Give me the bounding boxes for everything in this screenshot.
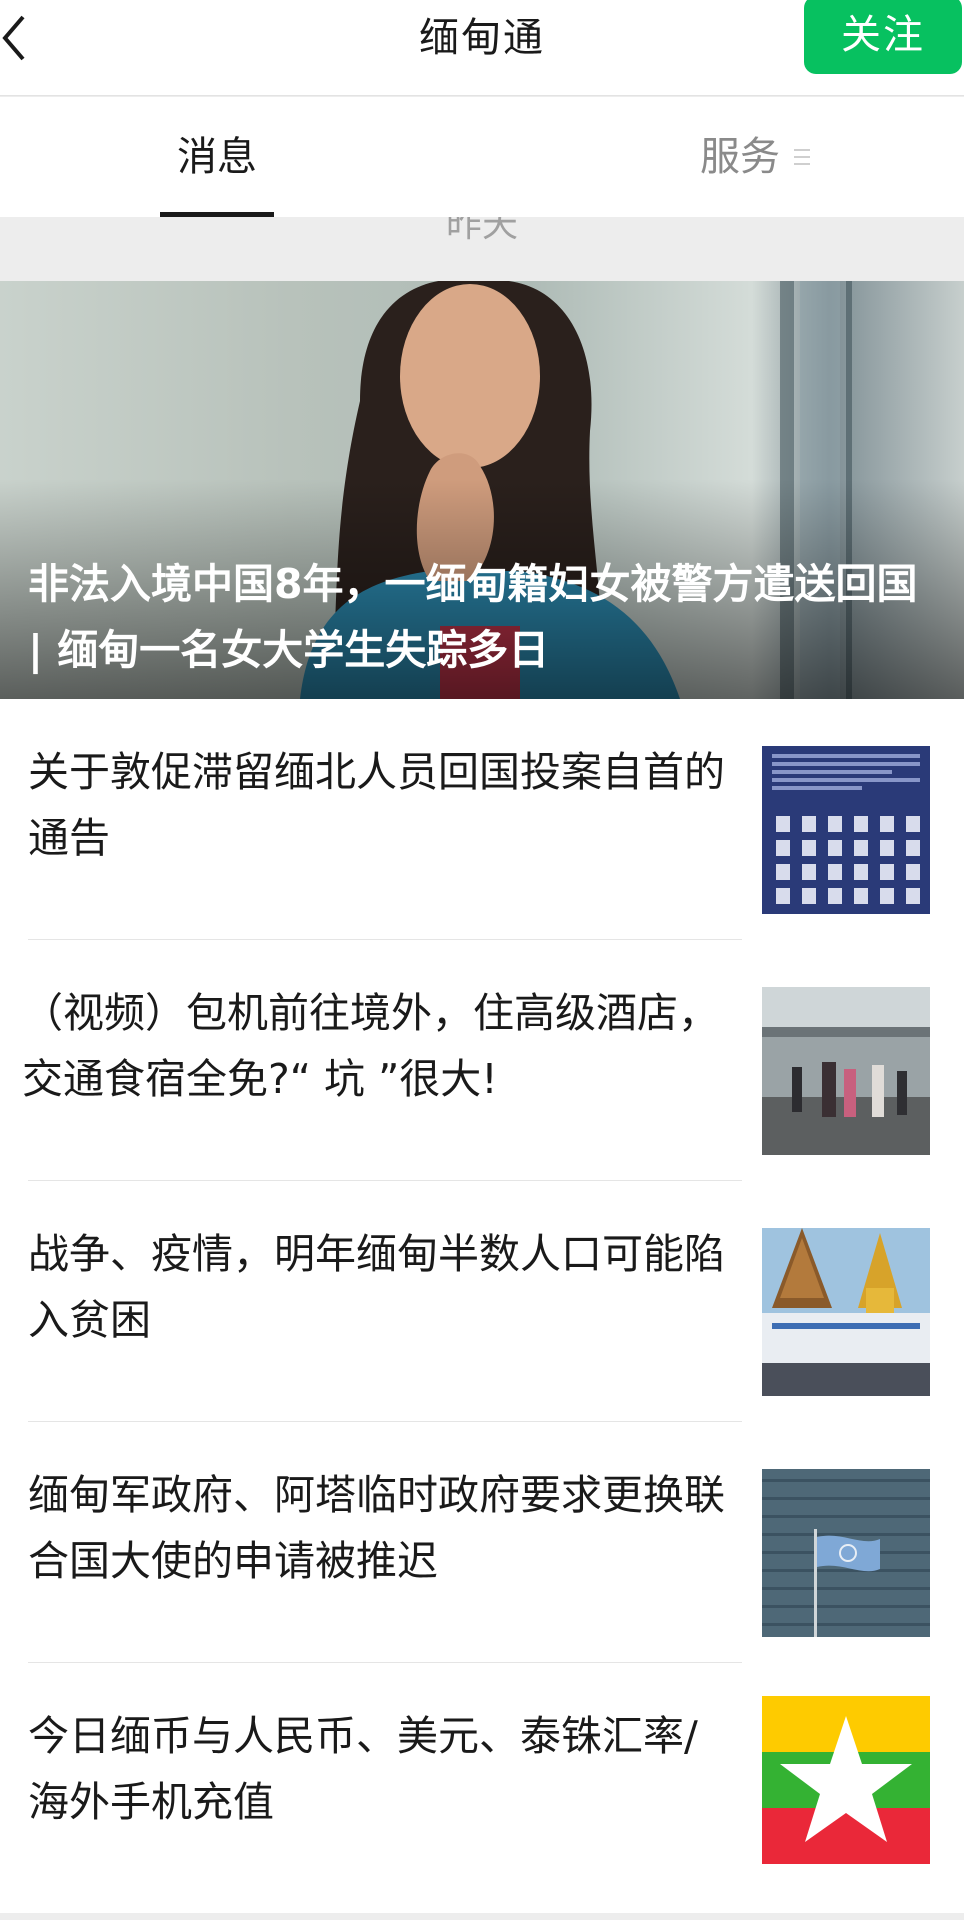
follow-button[interactable]: 关注 xyxy=(804,0,962,74)
article-title: 缅甸军政府、阿塔临时政府要求更换联合国大使的申请被推迟 xyxy=(28,1471,725,1585)
tab-messages-label: 消息 xyxy=(177,134,257,180)
date-label: 昨天 xyxy=(0,217,964,281)
article-thumbnail xyxy=(762,1469,930,1637)
hero-title: 非法入境中国8年，一缅甸籍妇女被警方遣送回国 | 缅甸一名女大学生失踪多日 xyxy=(28,560,918,674)
article-title: （视频）包机前往境外，住高级酒店，交通食宿全免?“ 坑 ”很大! xyxy=(22,989,719,1103)
article-thumbnail xyxy=(762,746,930,914)
article-thumbnail xyxy=(762,1696,930,1864)
tab-messages[interactable]: 消息 xyxy=(160,97,274,217)
list-item[interactable]: （视频）包机前往境外，住高级酒店，交通食宿全免?“ 坑 ”很大! xyxy=(0,940,964,1181)
article-thumbnail xyxy=(762,987,930,1155)
tab-services[interactable]: 服务 xyxy=(700,97,810,217)
date-label-text: 昨天 xyxy=(445,217,518,245)
bottom-gap xyxy=(0,1913,964,1920)
tab-bar: 消息 服务 xyxy=(0,97,964,217)
list-item[interactable]: 缅甸军政府、阿塔临时政府要求更换联合国大使的申请被推迟 xyxy=(0,1422,964,1663)
myanmar-flag-icon xyxy=(762,1696,930,1864)
article-title: 战争、疫情，明年缅甸半数人口可能陷入贫困 xyxy=(28,1230,725,1344)
tab-services-label: 服务 xyxy=(700,134,780,180)
list-item[interactable]: 关于敦促滞留缅北人员回国投案自首的通告 xyxy=(0,699,964,940)
article-title: 今日缅币与人民币、美元、泰铢汇率/海外手机充值 xyxy=(28,1712,698,1826)
hero-article[interactable]: 非法入境中国8年，一缅甸籍妇女被警方遣送回国 | 缅甸一名女大学生失踪多日 xyxy=(0,281,964,699)
article-title: 关于敦促滞留缅北人员回国投案自首的通告 xyxy=(28,748,725,862)
menu-icon xyxy=(794,149,810,165)
top-bar: 缅甸通 关注 xyxy=(0,0,964,96)
list-item[interactable]: 战争、疫情，明年缅甸半数人口可能陷入贫困 xyxy=(0,1181,964,1422)
list-item[interactable]: 今日缅币与人民币、美元、泰铢汇率/海外手机充值 xyxy=(0,1663,964,1904)
article-list: 关于敦促滞留缅北人员回国投案自首的通告 （视频）包机前往境外，住高级酒店，交通食… xyxy=(0,699,964,1913)
article-thumbnail xyxy=(762,1228,930,1396)
